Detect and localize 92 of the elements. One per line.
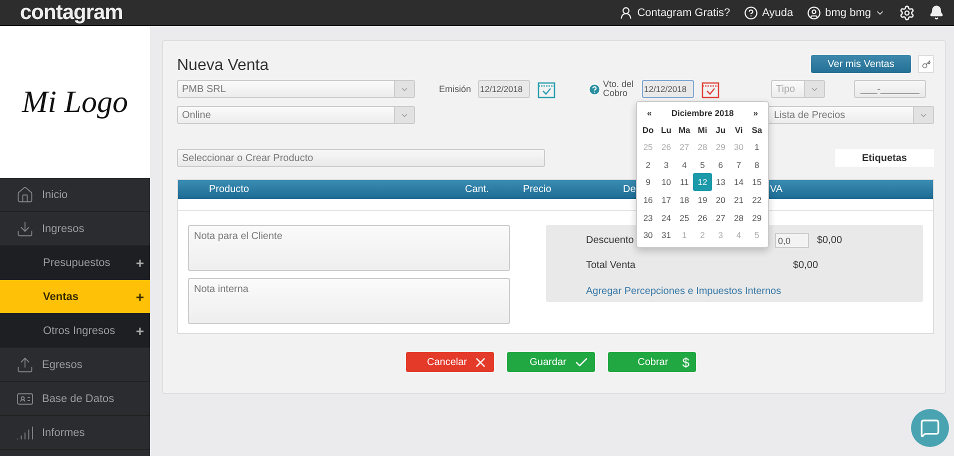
sidebar-item[interactable]: Ventas + bbox=[0, 280, 150, 314]
weekday-label: Lu bbox=[660, 124, 672, 136]
client-select[interactable]: PMB SRL bbox=[177, 80, 415, 98]
calendar-day[interactable]: 8 bbox=[748, 156, 766, 174]
menu-icon bbox=[16, 356, 34, 374]
key-icon bbox=[922, 60, 930, 68]
due-date-field[interactable]: 12/12/2018 bbox=[642, 80, 694, 98]
issue-label: Emisión bbox=[439, 84, 472, 94]
top-link[interactable]: Contagram Gratis? bbox=[619, 6, 730, 20]
calendar-day[interactable]: 6 bbox=[712, 156, 730, 174]
calendar-day[interactable]: 23 bbox=[639, 208, 658, 226]
settings-icon[interactable] bbox=[899, 4, 915, 20]
company-logo: Mi Logo bbox=[22, 84, 128, 120]
calendar-day[interactable]: 7 bbox=[730, 156, 748, 174]
weekday-label: Do bbox=[641, 124, 655, 136]
top-link[interactable]: bmg bmg bbox=[807, 6, 885, 20]
column-header: Precio bbox=[523, 184, 552, 195]
menu-icon bbox=[16, 220, 34, 238]
column-header: Producto bbox=[209, 184, 250, 195]
calendar-day[interactable]: 16 bbox=[639, 191, 658, 209]
view-sales-button[interactable]: Ver mis Ventas bbox=[811, 55, 911, 73]
calendar-day[interactable]: 13 bbox=[712, 173, 730, 192]
price-list-select[interactable]: Lista de Precios bbox=[768, 106, 934, 124]
calendar-day[interactable]: 18 bbox=[675, 191, 694, 209]
client-note-field[interactable]: Nota para el Cliente bbox=[188, 225, 510, 271]
calendar-day[interactable]: 31 bbox=[657, 226, 676, 244]
weekday-label: Mi bbox=[696, 124, 708, 136]
total-amount: $0,00 bbox=[793, 260, 820, 271]
weekday-label: Ju bbox=[714, 124, 727, 136]
help-icon bbox=[744, 6, 758, 20]
tags-button[interactable]: Etiquetas bbox=[835, 149, 934, 167]
calendar-day[interactable]: 14 bbox=[730, 173, 748, 192]
calendar-day[interactable]: 3 bbox=[657, 156, 676, 174]
brand-logo[interactable]: contagram bbox=[20, 0, 123, 24]
sidebar-item[interactable]: Presupuestos + bbox=[0, 246, 150, 280]
top-link[interactable]: Ayuda bbox=[744, 6, 794, 20]
internal-note-field[interactable]: Nota interna bbox=[188, 278, 510, 324]
calendar-day[interactable]: 1 bbox=[748, 138, 766, 156]
bell-icon[interactable] bbox=[929, 5, 944, 20]
calendar-day[interactable]: 15 bbox=[748, 173, 766, 192]
weekday-label: Vi bbox=[734, 124, 744, 136]
calendar-day[interactable]: 21 bbox=[730, 191, 748, 209]
weekday-label: Sa bbox=[750, 124, 764, 136]
calendar-day[interactable]: 26 bbox=[693, 208, 712, 226]
month-title: Diciembre 2018 bbox=[671, 108, 734, 118]
calendar-day[interactable]: 27 bbox=[712, 208, 730, 226]
expand-plus[interactable]: + bbox=[136, 288, 144, 304]
issue-date-field[interactable]: 12/12/2018 bbox=[478, 80, 530, 98]
cancel-button[interactable]: Cancelar bbox=[406, 352, 494, 372]
calendar-day[interactable]: 22 bbox=[748, 191, 766, 209]
calendar-icon[interactable] bbox=[537, 80, 556, 98]
prev-month-button[interactable]: « bbox=[647, 108, 652, 118]
user-icon bbox=[619, 6, 634, 20]
weekday-label: Ma bbox=[677, 124, 692, 136]
sidebar-item[interactable]: Otros Ingresos + bbox=[0, 314, 150, 348]
due-label: Vto. del Cobro bbox=[603, 80, 635, 98]
channel-select[interactable]: Online bbox=[177, 106, 415, 124]
calendar-day[interactable]: 10 bbox=[657, 173, 676, 192]
expand-plus[interactable]: + bbox=[136, 322, 144, 338]
next-month-button[interactable]: » bbox=[753, 108, 758, 118]
column-header: VA bbox=[770, 184, 783, 195]
calendar-day[interactable]: 4 bbox=[675, 156, 694, 174]
chat-icon bbox=[920, 418, 940, 438]
chat-button[interactable] bbox=[911, 409, 949, 447]
discount-amount: $0,00 bbox=[817, 235, 842, 246]
calendar-day[interactable]: 17 bbox=[657, 191, 676, 209]
calendar-day[interactable]: 30 bbox=[639, 226, 658, 244]
total-label: Total Venta bbox=[586, 260, 636, 271]
number-field[interactable]: ___-_______ bbox=[854, 80, 926, 98]
menu-icon bbox=[16, 186, 34, 204]
discount-label: Descuento bbox=[586, 235, 634, 246]
expand-plus[interactable]: + bbox=[136, 254, 144, 270]
calendar-day[interactable]: 20 bbox=[712, 191, 730, 209]
calendar-day[interactable]: 25 bbox=[675, 208, 694, 226]
calendar-day[interactable]: 2 bbox=[639, 156, 658, 174]
column-header: De bbox=[623, 184, 636, 195]
calendar-day[interactable]: 9 bbox=[639, 173, 658, 192]
user-icon bbox=[807, 6, 822, 20]
calendar-day[interactable]: 29 bbox=[748, 208, 766, 226]
calendar-day[interactable]: 5 bbox=[693, 156, 712, 174]
calendar-icon[interactable] bbox=[701, 80, 720, 98]
calendar-day[interactable]: 19 bbox=[693, 191, 712, 209]
product-field[interactable]: Seleccionar o Crear Producto bbox=[177, 149, 545, 167]
calendar-day[interactable]: 28 bbox=[730, 208, 748, 226]
discount-field[interactable]: 0,0 bbox=[775, 233, 809, 248]
page-title: Nueva Venta bbox=[177, 57, 269, 75]
taxes-link[interactable]: Agregar Percepciones e Impuestos Internos bbox=[586, 286, 903, 297]
calendar-day[interactable]: 24 bbox=[657, 208, 676, 226]
key-button[interactable] bbox=[918, 55, 934, 73]
help-icon[interactable] bbox=[588, 82, 602, 96]
calendar-day[interactable]: 11 bbox=[675, 173, 694, 192]
column-header: Cant. bbox=[465, 184, 489, 195]
